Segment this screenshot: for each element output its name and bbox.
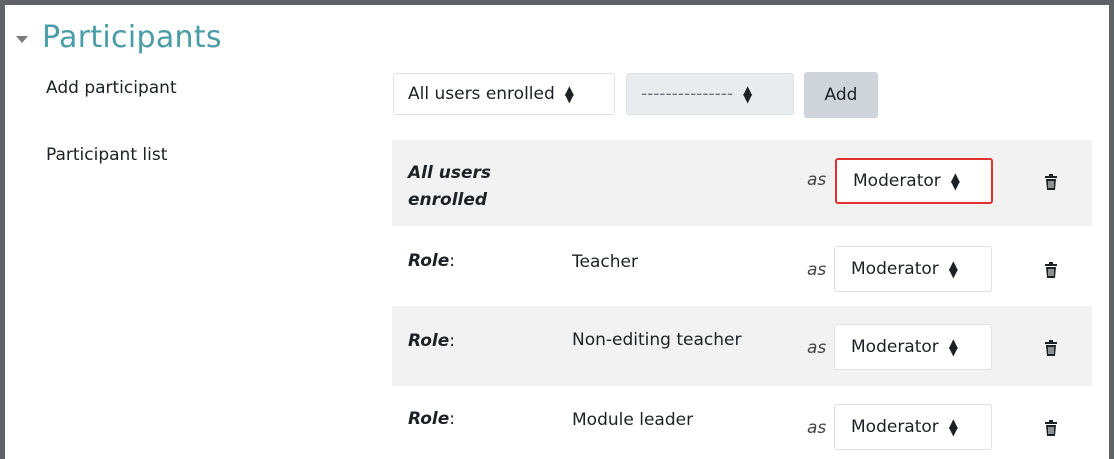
as-label: as xyxy=(807,338,827,358)
role-select[interactable]: --------------- ▲ ▼ xyxy=(626,73,794,115)
role-name: Teacher xyxy=(572,252,638,272)
sort-arrows-icon: ▲ ▼ xyxy=(948,416,959,438)
add-button[interactable]: Add xyxy=(804,72,878,118)
participant-who: Role: xyxy=(408,248,455,275)
sort-arrows-icon: ▲ ▼ xyxy=(948,336,959,358)
role-label-colon: : xyxy=(449,331,456,351)
user-select[interactable]: All users enrolled ▲ ▼ xyxy=(393,73,615,115)
role-label-colon: : xyxy=(449,251,456,271)
role-label-colon: : xyxy=(449,409,456,429)
caret-down-icon[interactable] xyxy=(16,36,28,43)
sort-arrows-icon: ▲ ▼ xyxy=(948,258,959,280)
as-label: as xyxy=(807,170,827,190)
role-name: Module leader xyxy=(572,410,694,430)
trash-icon[interactable] xyxy=(1044,340,1058,356)
role-select-value: Moderator xyxy=(851,337,939,357)
role-select-value: Moderator xyxy=(851,417,939,437)
as-label: as xyxy=(807,418,827,438)
participant-row-non-editing-teacher: Role: Non-editing teacher as Moderator ▲… xyxy=(392,306,1092,386)
participant-row-module-leader: Role: Module leader as Moderator ▲ ▼ xyxy=(392,386,1092,459)
participant-who: All users enrolled xyxy=(408,160,491,214)
trash-icon[interactable] xyxy=(1044,262,1058,278)
participant-who: Role: xyxy=(408,328,455,355)
role-select-value: Moderator xyxy=(851,259,939,279)
participant-row-all-users: All users enrolled as Moderator ▲ ▼ xyxy=(392,140,1092,226)
role-select-module-leader[interactable]: Moderator ▲ ▼ xyxy=(834,404,992,450)
role-select-value: --------------- xyxy=(641,84,734,104)
participant-list-label: Participant list xyxy=(46,145,168,165)
role-label: Role xyxy=(408,409,450,429)
sort-arrows-icon: ▲ ▼ xyxy=(743,83,753,105)
add-participant-label: Add participant xyxy=(46,78,177,98)
sort-arrows-icon: ▲ ▼ xyxy=(950,170,961,192)
role-select-all-users[interactable]: Moderator ▲ ▼ xyxy=(835,158,993,204)
participant-who: Role: xyxy=(408,406,455,433)
participant-who-line1: All users xyxy=(408,163,491,183)
role-label: Role xyxy=(408,251,450,271)
sort-arrows-icon: ▲ ▼ xyxy=(564,83,575,105)
role-select-non-editing-teacher[interactable]: Moderator ▲ ▼ xyxy=(834,324,992,370)
as-label: as xyxy=(807,260,827,280)
window-frame-left xyxy=(0,0,5,459)
role-select-value: Moderator xyxy=(853,171,941,191)
participant-who-line2: enrolled xyxy=(408,190,488,210)
participant-row-teacher: Role: Teacher as Moderator ▲ ▼ xyxy=(392,228,1092,306)
trash-icon[interactable] xyxy=(1044,420,1058,436)
window-frame-right xyxy=(1109,0,1114,459)
window-frame-top xyxy=(0,0,1114,5)
role-select-teacher[interactable]: Moderator ▲ ▼ xyxy=(834,246,992,292)
user-select-value: All users enrolled xyxy=(408,84,555,104)
role-label: Role xyxy=(408,331,450,351)
role-name: Non-editing teacher xyxy=(572,330,742,350)
trash-icon[interactable] xyxy=(1044,174,1058,190)
section-title: Participants xyxy=(42,20,222,55)
section-header-participants[interactable]: Participants xyxy=(16,20,222,55)
